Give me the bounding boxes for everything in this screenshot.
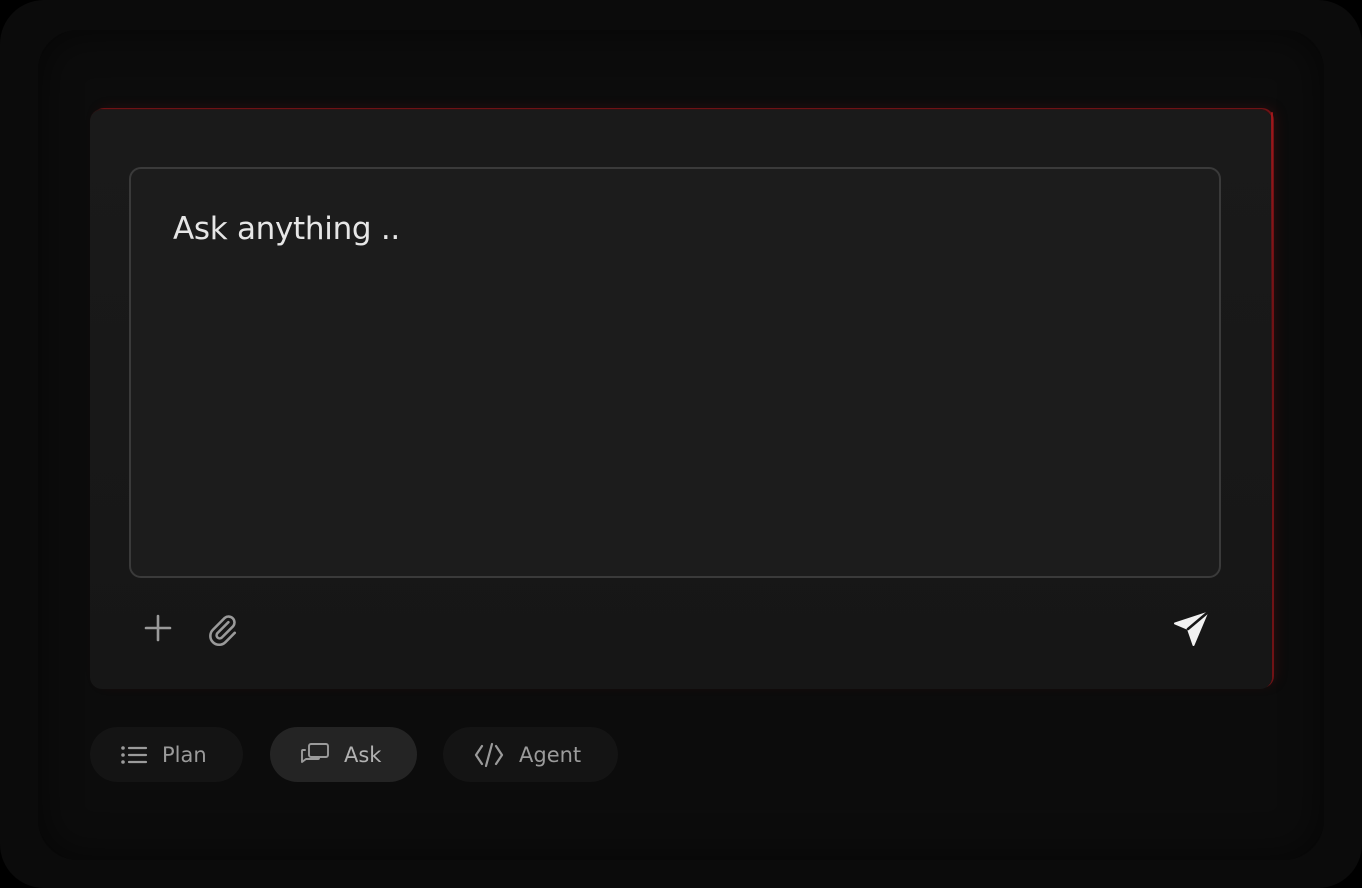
app-frame: Ask anything .. Plan Ask Agent: [0, 0, 1362, 888]
prompt-placeholder: Ask anything ..: [173, 211, 400, 247]
plus-icon: [144, 614, 172, 642]
mode-plan-label: Plan: [162, 742, 207, 767]
chat-bubbles-icon: [300, 742, 330, 768]
mode-ask-label: Ask: [344, 742, 382, 767]
add-button[interactable]: [140, 610, 176, 646]
list-icon: [120, 744, 148, 766]
composer-panel: Ask anything ..: [90, 109, 1273, 689]
mode-agent-label: Agent: [519, 742, 582, 767]
paperclip-icon: [209, 615, 237, 647]
mode-ask-button[interactable]: Ask: [270, 727, 417, 782]
send-icon: [1174, 611, 1209, 646]
mode-plan-button[interactable]: Plan: [90, 727, 243, 782]
attach-button[interactable]: [202, 610, 242, 650]
code-icon: [473, 742, 505, 768]
mode-agent-button[interactable]: Agent: [443, 727, 618, 782]
send-button[interactable]: [1168, 606, 1214, 652]
prompt-input[interactable]: Ask anything ..: [129, 167, 1221, 578]
